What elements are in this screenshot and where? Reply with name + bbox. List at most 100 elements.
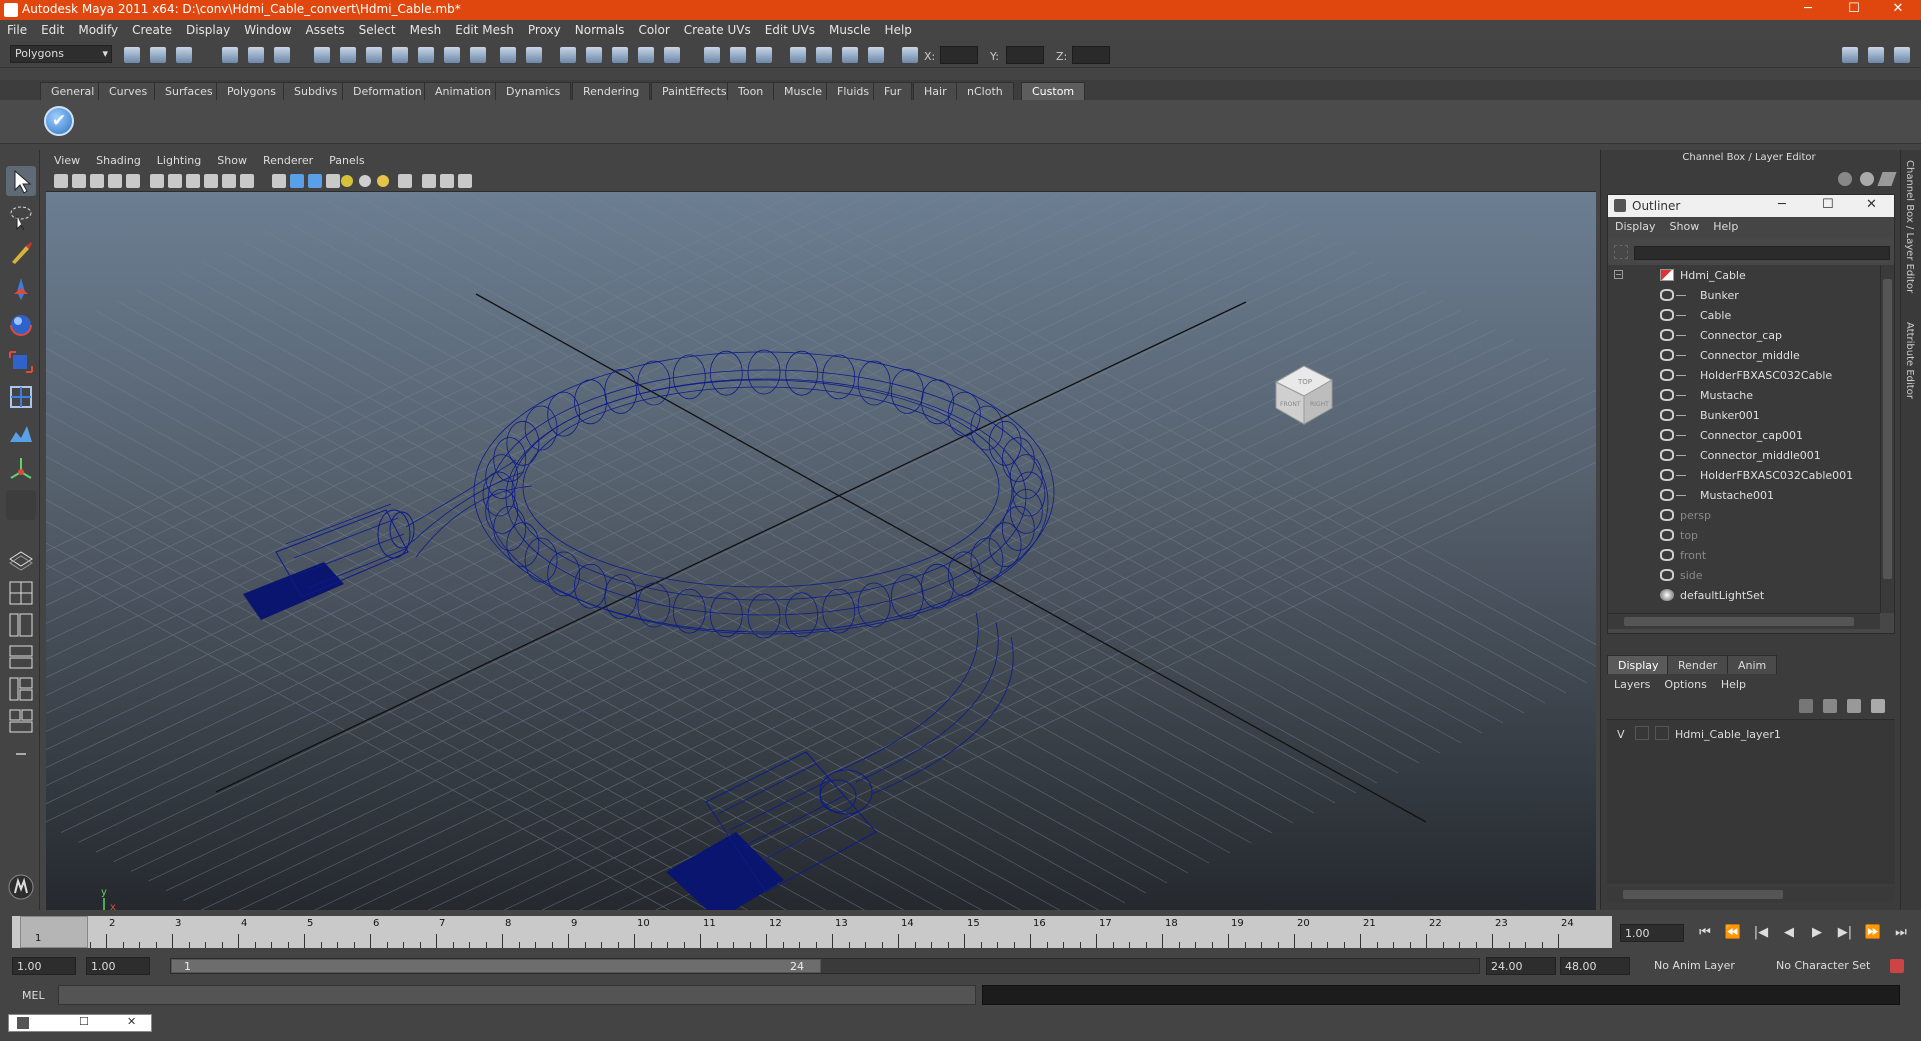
open-scene-icon[interactable] xyxy=(150,47,166,63)
go-to-start-button[interactable]: ⏮ xyxy=(1694,924,1716,942)
layer-tab-display[interactable]: Display xyxy=(1607,655,1670,674)
outliner-item[interactable]: Cable xyxy=(1608,305,1880,325)
close-button[interactable]: ✕ xyxy=(1875,0,1921,20)
select-object-icon[interactable] xyxy=(248,47,264,63)
save-scene-icon[interactable] xyxy=(176,47,192,63)
rotate-snap-icon[interactable] xyxy=(664,47,680,63)
select-hierarchy-icon[interactable] xyxy=(222,47,238,63)
shelf-tab-painteffects[interactable]: PaintEffects xyxy=(651,82,738,100)
menu-file[interactable]: File xyxy=(0,20,34,37)
magnet-icon[interactable] xyxy=(560,47,576,63)
outliner-item[interactable]: HolderFBXASC032Cable xyxy=(1608,365,1880,385)
hypershade-icon[interactable] xyxy=(816,47,832,63)
layer-visibility-toggle[interactable]: V xyxy=(1617,728,1625,741)
command-language-label[interactable]: MEL xyxy=(22,989,45,1002)
shelf-tab-curves[interactable]: Curves xyxy=(98,82,159,100)
lasso-tool-icon[interactable] xyxy=(6,202,36,232)
menu-normals[interactable]: Normals xyxy=(568,20,632,37)
menu-mesh[interactable]: Mesh xyxy=(403,20,449,37)
snap-curve-icon[interactable] xyxy=(340,47,356,63)
filter-icon[interactable] xyxy=(1614,245,1628,259)
outliner-horizontal-scrollbar[interactable] xyxy=(1608,613,1880,629)
shelf-tab-fur[interactable]: Fur xyxy=(873,82,913,100)
outliner-item[interactable]: − Hdmi_Cable xyxy=(1608,265,1880,285)
range-handle[interactable]: 1 24 xyxy=(171,959,821,973)
menu-edit[interactable]: Edit xyxy=(34,20,71,37)
channel-box-mode-icon[interactable] xyxy=(1838,172,1852,186)
menu-edit-mesh[interactable]: Edit Mesh xyxy=(448,20,521,37)
current-frame-marker[interactable]: 1 xyxy=(20,916,88,948)
shelf-tab-deformation[interactable]: Deformation xyxy=(342,82,433,100)
snap-view-icon[interactable] xyxy=(612,47,628,63)
select-component-icon[interactable] xyxy=(274,47,290,63)
help-icon[interactable] xyxy=(470,47,486,63)
outliner-item[interactable]: top xyxy=(1608,525,1880,545)
new-scene-icon[interactable] xyxy=(124,47,140,63)
shelf-tab-subdivs[interactable]: Subdivs xyxy=(283,82,349,100)
command-input[interactable] xyxy=(58,985,976,1005)
outliner-item[interactable]: side xyxy=(1608,565,1880,585)
x-field[interactable] xyxy=(940,46,978,64)
animation-end-field[interactable]: 48.00 xyxy=(1560,957,1630,975)
outliner-item[interactable]: Bunker xyxy=(1608,285,1880,305)
step-forward-key-button[interactable]: ⏩ xyxy=(1862,924,1884,942)
menu-set-selector[interactable]: Polygons ▾ xyxy=(10,45,112,63)
layer-menu-layers[interactable]: Layers xyxy=(1607,675,1657,691)
snap-plane-icon[interactable] xyxy=(392,47,408,63)
ipr-render-icon[interactable] xyxy=(756,47,772,63)
menu-create[interactable]: Create xyxy=(125,20,179,37)
minimized-window[interactable]: ☐ ✕ xyxy=(8,1014,152,1032)
menu-muscle[interactable]: Muscle xyxy=(822,20,878,37)
scale-tool-icon[interactable] xyxy=(6,346,36,376)
outliner-item[interactable]: Connector_cap001 xyxy=(1608,425,1880,445)
shelf-tab-rendering[interactable]: Rendering xyxy=(572,82,651,100)
shelf-tab-hair[interactable]: Hair xyxy=(913,82,958,100)
select-tool-icon[interactable] xyxy=(6,166,36,196)
layer-row[interactable]: V Hdmi_Cable_layer1 xyxy=(1607,724,1895,744)
viewport-menu-renderer[interactable]: Renderer xyxy=(255,152,321,167)
outliner-filter-field[interactable] xyxy=(1634,246,1890,260)
shelf-tab-muscle[interactable]: Muscle xyxy=(773,82,834,100)
show-manipulator-icon[interactable] xyxy=(6,454,36,484)
snap-together-icon[interactable] xyxy=(586,47,602,63)
viewport-menu-view[interactable]: View xyxy=(46,152,88,167)
viewport-menu-lighting[interactable]: Lighting xyxy=(149,152,209,167)
step-back-key-button[interactable]: ⏪ xyxy=(1722,924,1744,942)
viewport-menu-show[interactable]: Show xyxy=(209,152,255,167)
render-view-icon[interactable] xyxy=(704,47,720,63)
layer-menu-help[interactable]: Help xyxy=(1714,675,1753,691)
outliner-item[interactable]: Mustache xyxy=(1608,385,1880,405)
outliner-item[interactable]: persp xyxy=(1608,505,1880,525)
maximize-button[interactable]: ☐ xyxy=(1831,0,1877,20)
select-highlight-icon[interactable] xyxy=(526,47,542,63)
channel-box-toggle-icon[interactable] xyxy=(1894,47,1910,63)
play-backwards-button[interactable]: ◀ xyxy=(1778,924,1800,942)
add-to-layer-icon[interactable] xyxy=(1823,699,1837,713)
menu-assets[interactable]: Assets xyxy=(299,20,352,37)
layer-color-swatch[interactable] xyxy=(1655,726,1669,740)
four-view-layout-icon[interactable] xyxy=(6,578,36,608)
z-field[interactable] xyxy=(1072,46,1110,64)
outliner-close-button[interactable]: ✕ xyxy=(1866,197,1877,212)
construction-history-icon[interactable] xyxy=(444,47,460,63)
side-tab-attribute-editor[interactable]: Attribute Editor xyxy=(1904,322,1915,399)
character-set-selector[interactable]: No Character Set xyxy=(1772,957,1882,975)
step-back-frame-button[interactable]: |◀ xyxy=(1750,924,1772,942)
shelf-tab-polygons[interactable]: Polygons xyxy=(216,82,287,100)
layer-horizontal-scrollbar[interactable] xyxy=(1607,887,1895,903)
minimized-maximize-button[interactable]: ☐ xyxy=(79,1015,89,1028)
graph-editor-icon[interactable] xyxy=(842,47,858,63)
single-view-layout-icon[interactable] xyxy=(6,544,36,574)
current-time-field[interactable]: 1.00 xyxy=(1620,924,1684,942)
rotate-tool-icon[interactable] xyxy=(6,310,36,340)
outliner-menu-help[interactable]: Help xyxy=(1706,217,1745,233)
move-tool-icon[interactable] xyxy=(6,274,36,304)
lock-icon[interactable] xyxy=(500,47,516,63)
minimize-button[interactable]: ─ xyxy=(1785,0,1831,20)
outliner-item[interactable]: Mustache001 xyxy=(1608,485,1880,505)
last-tool-icon[interactable] xyxy=(6,490,36,520)
menu-color[interactable]: Color xyxy=(631,20,676,37)
layer-tab-anim[interactable]: Anim xyxy=(1727,655,1778,674)
outliner-menu-show[interactable]: Show xyxy=(1663,217,1707,233)
outliner-vertical-scrollbar[interactable] xyxy=(1880,265,1894,613)
